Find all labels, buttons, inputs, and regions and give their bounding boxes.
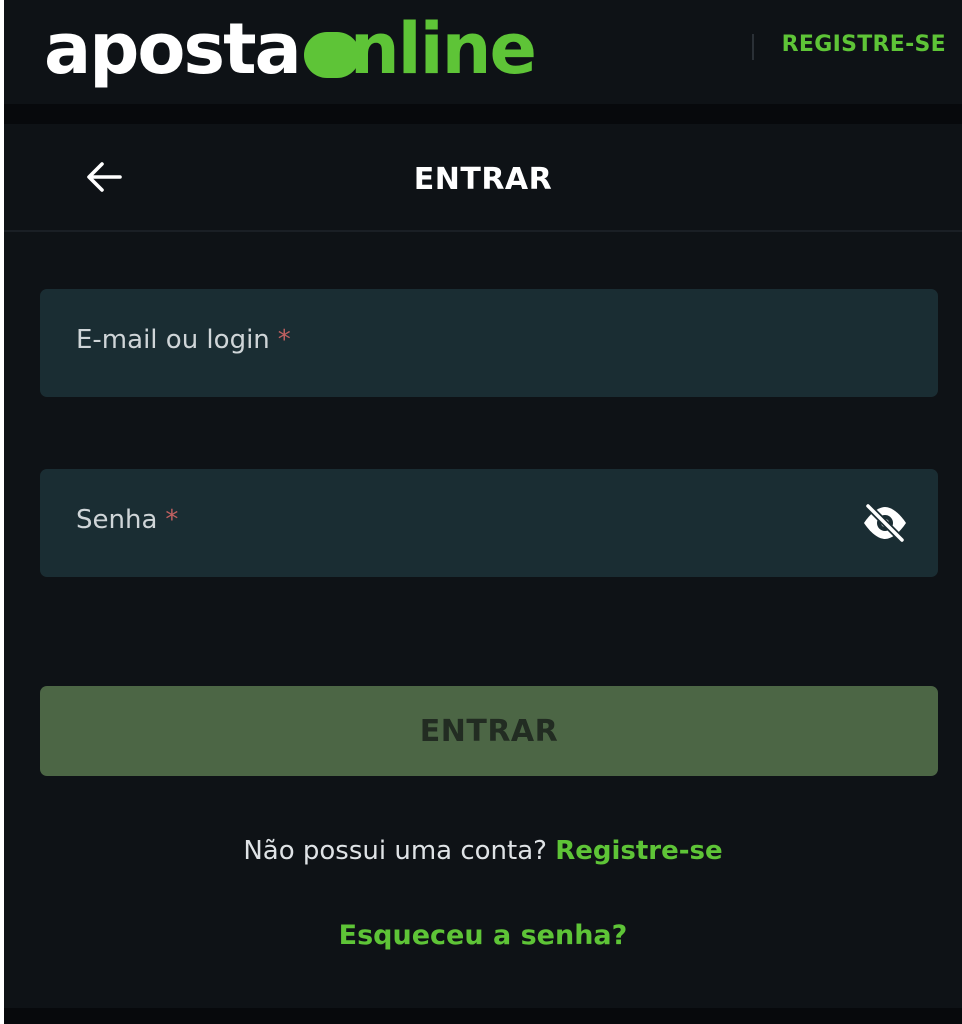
brand-logo[interactable]: aposta nline <box>44 8 537 90</box>
login-submit-button[interactable]: ENTRAR <box>40 686 938 776</box>
page-title: ENTRAR <box>413 162 553 197</box>
header-gap <box>4 104 962 124</box>
email-field[interactable]: E-mail ou login * <box>40 289 938 397</box>
login-nav-bar: ENTRAR <box>4 124 962 232</box>
required-marker: * <box>277 325 291 355</box>
eye-off-icon[interactable] <box>860 501 910 545</box>
email-label-text: E-mail ou login <box>76 325 270 355</box>
logo-toggle-icon <box>303 32 360 78</box>
no-account-text: Não possui uma conta? <box>243 836 547 866</box>
top-header: aposta nline REGISTRE-SE <box>4 0 962 104</box>
password-field[interactable]: Senha * <box>40 469 938 577</box>
register-link[interactable]: Registre-se <box>555 836 722 866</box>
no-account-row: Não possui uma conta? Registre-se <box>4 836 962 866</box>
required-marker: * <box>165 505 179 535</box>
forgot-password-link[interactable]: Esqueceu a senha? <box>4 920 962 951</box>
bottom-band <box>4 1008 962 1024</box>
page: aposta nline REGISTRE-SE ENTRAR E-mail o… <box>0 0 962 1024</box>
header-divider <box>752 34 754 60</box>
email-field-label: E-mail ou login * <box>76 325 291 355</box>
logo-text-aposta: aposta <box>44 8 302 90</box>
password-field-label: Senha * <box>76 505 178 535</box>
register-header-link[interactable]: REGISTRE-SE <box>782 32 946 57</box>
logo-text-online: nline <box>349 8 537 90</box>
password-label-text: Senha <box>76 505 158 535</box>
login-panel: ENTRAR E-mail ou login * Senha * ENTRAR Nã… <box>4 124 962 1008</box>
